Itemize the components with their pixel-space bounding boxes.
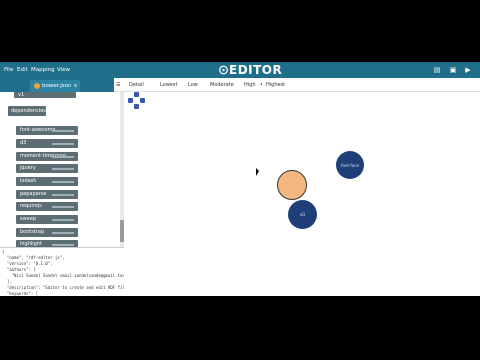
graph-node-root[interactable] xyxy=(277,170,307,200)
option-moderate[interactable]: Moderate xyxy=(210,81,234,89)
tree-item[interactable]: papaparse xyxy=(16,190,78,199)
option-detail[interactable]: Detail xyxy=(129,81,144,89)
menu-edit[interactable]: Edit xyxy=(17,65,28,75)
tree-item-bar xyxy=(52,232,74,234)
tree-item-label: bootstrap xyxy=(20,229,45,235)
json-code-editor[interactable]: { "name": "rdf-editor-js", "version": "0… xyxy=(0,247,124,296)
tree-item-bar xyxy=(52,219,74,221)
mouse-cursor-icon xyxy=(256,168,259,176)
tab-bar: bower.json x xyxy=(0,78,114,92)
play-icon[interactable]: ▶ xyxy=(464,66,472,74)
save-icon[interactable]: ▣ xyxy=(449,66,457,74)
close-icon[interactable]: x xyxy=(74,82,77,90)
rdf-logo-icon xyxy=(219,65,228,75)
option-highest-check[interactable]: • xyxy=(260,81,263,89)
tab-label: bower.json xyxy=(42,83,72,89)
tree-item-label: requirejs xyxy=(20,203,42,209)
tree-item-label: papaparse xyxy=(20,191,47,197)
tree-item-label: d3 xyxy=(20,140,27,146)
tree-item[interactable]: d3 xyxy=(16,139,78,148)
pan-up-icon[interactable] xyxy=(134,92,139,97)
file-icon xyxy=(34,83,40,89)
tree-item-label: lodash xyxy=(20,178,37,184)
graph-node-fontface[interactable]: font-face xyxy=(336,151,364,179)
tree-item[interactable]: requirejs xyxy=(16,202,78,211)
option-highest[interactable]: Highest xyxy=(266,81,285,89)
detail-level-bar: ☰ Detail Lowest Low Moderate High • High… xyxy=(114,78,480,92)
app-logo-text: EDITOR xyxy=(229,63,283,77)
menu-view[interactable]: View xyxy=(57,65,70,75)
tree-item-bar xyxy=(52,206,74,208)
tree-item-label: highlight xyxy=(20,241,42,247)
menu-file[interactable]: File xyxy=(4,65,13,75)
pan-left-icon[interactable] xyxy=(128,98,133,103)
option-low[interactable]: Low xyxy=(188,81,198,89)
graph-node-d3[interactable]: d3 xyxy=(288,200,317,229)
tree-item[interactable]: font-awesome xyxy=(16,126,78,135)
app-window: File Edit Mapping View EDITOR ▤ ▣ ▶ bowe… xyxy=(0,62,480,296)
tree-item[interactable]: jquery xyxy=(16,164,78,173)
tree-item[interactable]: lodash xyxy=(16,177,78,186)
pan-right-icon[interactable] xyxy=(140,98,145,103)
tree-item-bar xyxy=(52,130,74,132)
tree-item-label: jquery xyxy=(20,165,36,171)
tree-item[interactable]: moment-timezone xyxy=(16,152,78,161)
tree-node-top[interactable]: v1 xyxy=(14,92,76,98)
tree-item-bar xyxy=(52,143,74,145)
code-text[interactable]: { "name": "rdf-editor-js", "version": "0… xyxy=(0,248,124,296)
top-toolbar: File Edit Mapping View EDITOR ▤ ▣ ▶ xyxy=(0,62,480,78)
option-high[interactable]: High xyxy=(244,81,256,89)
tab-bower-json[interactable]: bower.json x xyxy=(30,80,80,92)
menu-mapping[interactable]: Mapping xyxy=(31,65,55,75)
trash-icon[interactable]: ▤ xyxy=(433,66,441,74)
tree-item-label: sweep xyxy=(20,216,37,222)
tree-item-bar xyxy=(52,194,74,196)
pan-down-icon[interactable] xyxy=(134,104,139,109)
tree-item[interactable]: sweep xyxy=(16,215,78,224)
tree-item-bar xyxy=(52,244,74,246)
pan-control[interactable] xyxy=(128,92,146,110)
option-lowest[interactable]: Lowest xyxy=(160,81,178,89)
tree-item-bar xyxy=(52,156,74,158)
tree-item-label: font-awesome xyxy=(20,127,56,133)
tree-item[interactable]: bootstrap xyxy=(16,228,78,237)
json-tree-panel: v1 dependencies font-awesome d3 moment-tim… xyxy=(0,92,124,247)
list-icon[interactable]: ☰ xyxy=(116,81,120,89)
tree-item-bar xyxy=(52,181,74,183)
tree-node-dependencies[interactable]: dependencies xyxy=(8,106,46,116)
tree-item[interactable]: highlight xyxy=(16,240,78,247)
tree-item-bar xyxy=(52,168,74,170)
